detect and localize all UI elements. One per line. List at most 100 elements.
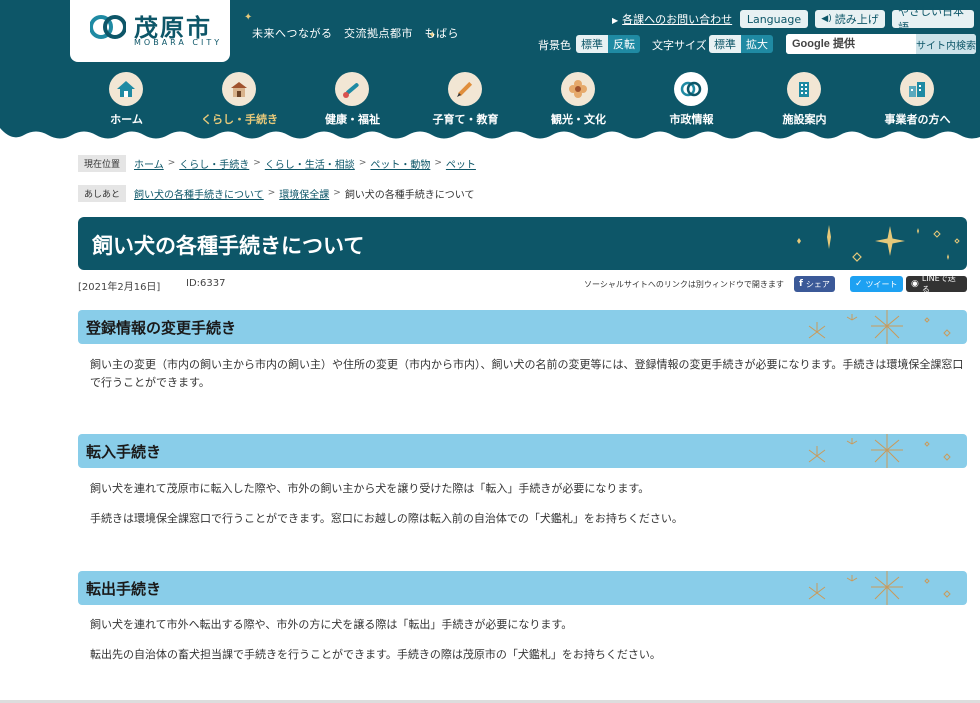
chevron-right-icon: > xyxy=(253,158,261,168)
nav-icon-circle xyxy=(222,72,256,106)
section-paragraph: 転出先の自治体の畜犬担当課で手続きを行うことができます。手続きの際は茂原市の「犬… xyxy=(90,648,661,661)
building-icon xyxy=(799,82,809,97)
facebook-share-label: シェア xyxy=(805,279,830,289)
history-current: 飼い犬の各種手続きについて xyxy=(344,189,475,201)
read-aloud-label: 読み上げ xyxy=(834,13,879,26)
nav-icon-circle xyxy=(900,72,934,106)
logo-subtext: MOBARA CITY xyxy=(134,38,223,47)
sparkle-decoration-icon xyxy=(808,310,951,344)
breadcrumb-link[interactable]: ペット xyxy=(446,156,476,171)
sparkle-decoration-icon xyxy=(808,571,951,605)
nav-item-home[interactable]: ホーム xyxy=(70,70,183,128)
nav-label: 事業者の方へ xyxy=(884,113,951,126)
section-heading: 登録情報の変更手続き xyxy=(78,310,967,344)
section-title: 登録情報の変更手続き xyxy=(86,319,237,337)
chevron-right-icon: > xyxy=(167,158,176,168)
search-input[interactable] xyxy=(786,34,916,54)
breadcrumb-link[interactable]: くらし・生活・相談 xyxy=(265,156,355,171)
nav-label: 施設案内 xyxy=(782,113,827,126)
nav-label: ホーム xyxy=(110,113,143,126)
sns-note: ソーシャルサイトへのリンクは別ウィンドウで開きます xyxy=(584,280,784,289)
nav-item-health[interactable]: 健康・福祉 xyxy=(296,70,409,128)
site-search: サイト内検索 xyxy=(786,34,976,54)
speaker-icon: ◀) xyxy=(821,14,832,24)
nav-item-living[interactable]: くらし・手続き xyxy=(183,70,296,128)
language-button[interactable]: Language xyxy=(740,10,808,28)
nav-label: 市政情報 xyxy=(669,113,714,126)
section-title: 転出手続き xyxy=(86,580,162,598)
line-share-label: LINEで送る xyxy=(921,274,956,294)
section-paragraph: 飼い犬を連れて茂原市に転入した際や、市外の飼い主から犬を譲り受けた際は「転入」手… xyxy=(90,482,650,495)
twitter-share-button[interactable]: ✓ ツイート xyxy=(850,276,903,292)
inquiry-link[interactable]: ▶ 各課へのお問い合わせ xyxy=(612,11,732,27)
font-standard-button[interactable]: 標準 xyxy=(709,35,741,53)
sparkle-decoration-icon xyxy=(797,225,960,262)
nav-item-city-info[interactable]: 市政情報 xyxy=(635,70,748,128)
flower-icon xyxy=(569,80,587,98)
section-heading: 転出手続き xyxy=(78,571,967,605)
breadcrumb-label: 現在位置 xyxy=(78,154,127,172)
section-title: 転入手続き xyxy=(86,443,162,461)
nav-item-tourism[interactable]: 観光・文化 xyxy=(522,70,635,128)
chevron-right-icon: > xyxy=(358,158,367,168)
facebook-icon: f xyxy=(799,279,803,289)
read-aloud-button[interactable]: ◀) 読み上げ xyxy=(815,10,885,28)
nav-label: 観光・文化 xyxy=(551,113,606,126)
header-wave-divider xyxy=(0,128,980,140)
inquiry-link-label: 各課へのお問い合わせ xyxy=(622,13,733,26)
thermometer-icon xyxy=(343,83,359,98)
history-trail: あしあと 飼い犬の各種手続きについて > 環境保全課 > 飼い犬の各種手続きにつ… xyxy=(78,184,475,202)
section-heading: 転入手続き xyxy=(78,434,967,468)
nav-icon-circle xyxy=(109,72,143,106)
easy-japanese-button[interactable]: やさしい日本語 xyxy=(892,5,974,34)
nav-icon-circle xyxy=(448,72,482,106)
font-large-button[interactable]: 拡大 xyxy=(741,35,773,53)
breadcrumb-link[interactable]: ホーム xyxy=(134,156,164,171)
facebook-share-button[interactable]: f シェア xyxy=(794,276,835,292)
sparkle-decoration-icon xyxy=(808,434,951,468)
breadcrumb-link[interactable]: くらし・手続き xyxy=(179,156,249,171)
line-icon: ◉ xyxy=(911,279,919,289)
breadcrumb: 現在位置 ホーム > くらし・手続き > くらし・生活・相談 > ペット・動物 … xyxy=(78,154,476,172)
nav-icon-circle xyxy=(674,72,708,106)
line-share-button[interactable]: ◉ LINEで送る xyxy=(906,274,967,294)
nav-item-facilities[interactable]: 施設案内 xyxy=(748,70,861,128)
bg-standard-button[interactable]: 標準 xyxy=(576,35,608,53)
house-icon xyxy=(231,82,247,97)
history-link[interactable]: 飼い犬の各種手続きについて xyxy=(134,186,264,201)
section-paragraph: 飼い主の変更（市内の飼い主から市内の飼い主）や住所の変更（市内から市内）、飼い犬… xyxy=(90,358,964,389)
section-paragraph: 飼い犬を連れて市外へ転出する際や、市外の方に犬を譲る際は「転出」手続きが必要にな… xyxy=(90,618,573,631)
nav-label: くらし・手続き xyxy=(201,113,278,126)
city-emblem-icon xyxy=(680,81,702,97)
pencil-icon xyxy=(457,81,473,97)
font-size-label: 文字サイズ xyxy=(652,39,707,52)
history-link[interactable]: 環境保全課 xyxy=(279,186,329,201)
global-nav: ホーム くらし・手続き 健康・福祉 子育て・教育 観光・文化 市政情報 施設案内… xyxy=(70,70,975,128)
page-title: 飼い犬の各種手続きについて xyxy=(92,234,365,258)
nav-icon-circle xyxy=(335,72,369,106)
bg-invert-button[interactable]: 反転 xyxy=(608,35,640,53)
nav-item-childcare[interactable]: 子育て・教育 xyxy=(409,70,522,128)
home-icon xyxy=(117,81,135,97)
twitter-share-label: ツイート xyxy=(865,279,898,289)
nav-icon-circle xyxy=(561,72,595,106)
history-label: あしあと xyxy=(78,184,127,202)
twitter-icon: ✓ xyxy=(855,279,863,289)
chevron-right-icon: > xyxy=(333,188,341,198)
nav-icon-circle xyxy=(787,72,821,106)
site-header: 茂原市 MOBARA CITY ✦ ✦ 未来へつながる 交流拠点都市 もばら ▶… xyxy=(0,0,980,140)
city-emblem-icon xyxy=(90,15,126,39)
breadcrumb-link[interactable]: ペット・動物 xyxy=(370,156,430,171)
bg-color-label: 背景色 xyxy=(538,39,571,52)
chevron-right-icon: > xyxy=(267,188,276,198)
nav-label: 健康・福祉 xyxy=(325,113,380,126)
triangle-right-icon: ▶ xyxy=(612,16,619,25)
chevron-right-icon: > xyxy=(434,158,442,168)
nav-item-business[interactable]: 事業者の方へ xyxy=(861,70,974,128)
search-button[interactable]: サイト内検索 xyxy=(916,34,976,54)
office-icon xyxy=(909,82,925,97)
page-id: ID:6337 xyxy=(186,278,226,289)
page-title-banner: 飼い犬の各種手続きについて xyxy=(78,217,967,270)
font-size-toggle: 標準 拡大 xyxy=(709,35,773,53)
site-logo[interactable]: 茂原市 MOBARA CITY xyxy=(70,0,230,62)
